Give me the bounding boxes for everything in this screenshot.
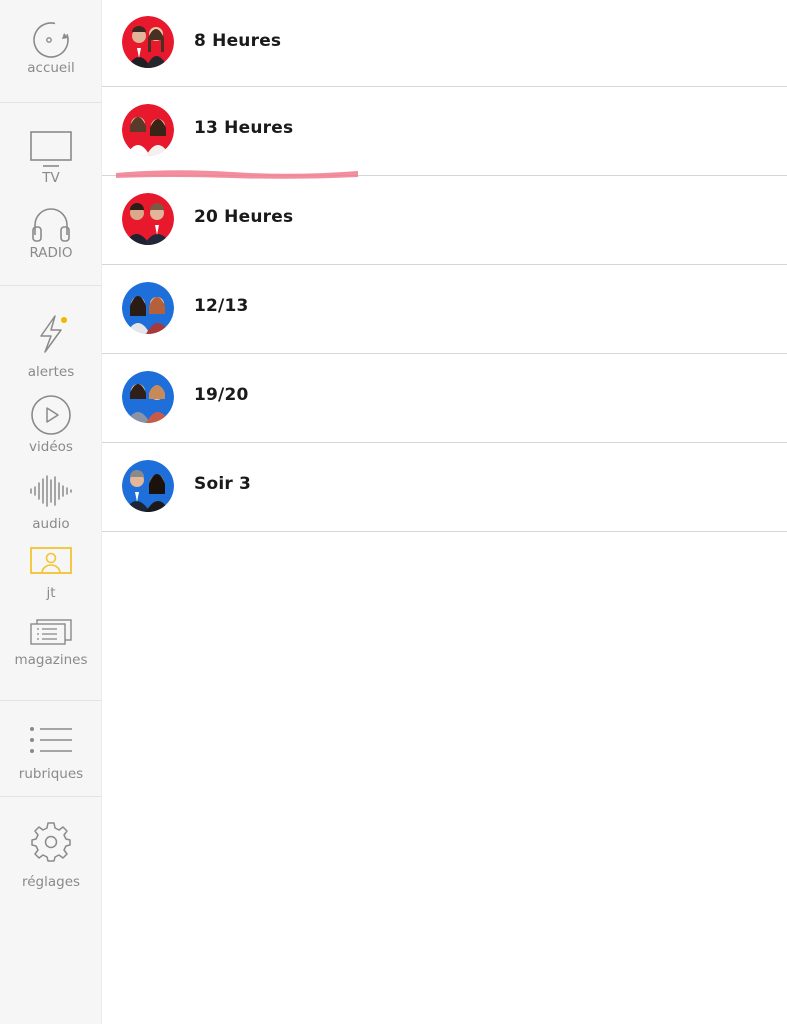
highlight-annotation xyxy=(116,170,358,179)
home-refresh-icon xyxy=(33,22,69,58)
nav-label-audio: audio xyxy=(32,516,70,532)
list-item-soir-3[interactable]: Soir 3 xyxy=(102,443,787,532)
nav-label-videos: vidéos xyxy=(29,439,73,455)
avatar xyxy=(122,16,174,68)
row-title: 19/20 xyxy=(194,385,249,405)
list-item-8-heures[interactable]: 8 Heures xyxy=(102,0,787,87)
sidebar-divider xyxy=(0,700,102,701)
avatar xyxy=(122,104,174,156)
list-icon xyxy=(30,727,72,753)
nav-label-accueil: accueil xyxy=(27,60,75,76)
avatar xyxy=(122,371,174,423)
list-item-12-13[interactable]: 12/13 xyxy=(102,265,787,354)
nav-label-tv: TV xyxy=(42,170,60,186)
tv-icon xyxy=(30,131,72,167)
row-title: 12/13 xyxy=(194,296,249,316)
nav-label-alertes: alertes xyxy=(27,364,75,380)
row-title: 20 Heures xyxy=(194,207,294,227)
avatar xyxy=(122,193,174,245)
avatar xyxy=(122,460,174,512)
sidebar-divider xyxy=(0,102,102,103)
nav-label-magazines: magazines xyxy=(14,652,88,668)
headphones-icon xyxy=(32,208,70,242)
nav-item-tv[interactable]: TV xyxy=(0,128,102,186)
nav-item-jt[interactable]: jt xyxy=(0,546,102,601)
avatar xyxy=(122,282,174,334)
alert-dot xyxy=(61,317,67,323)
lightning-icon xyxy=(40,315,67,353)
row-title: 13 Heures xyxy=(194,118,294,138)
list-item-20-heures[interactable]: 20 Heures xyxy=(102,176,787,265)
play-icon xyxy=(31,395,71,435)
nav-label-jt: jt xyxy=(46,585,56,601)
magazine-icon xyxy=(30,619,72,645)
nav-item-rubriques[interactable]: rubriques xyxy=(0,724,102,782)
sidebar: accueil TV RADIO alertes vidéos audio jt… xyxy=(0,0,102,1024)
nav-label-radio: RADIO xyxy=(29,245,73,261)
nav-item-reglages[interactable]: réglages xyxy=(0,820,102,890)
jt-list: 8 Heures 13 Heures 20 Heures 12/13 19/20… xyxy=(102,0,787,1024)
nav-item-videos[interactable]: vidéos xyxy=(0,393,102,455)
row-title: 8 Heures xyxy=(194,31,282,51)
nav-item-magazines[interactable]: magazines xyxy=(0,618,102,668)
nav-label-reglages: réglages xyxy=(21,874,81,890)
sidebar-divider xyxy=(0,285,102,286)
sidebar-divider xyxy=(0,796,102,797)
nav-label-rubriques: rubriques xyxy=(18,766,84,782)
nav-item-accueil[interactable]: accueil xyxy=(0,20,102,76)
row-title: Soir 3 xyxy=(194,474,252,494)
nav-item-alertes[interactable]: alertes xyxy=(0,312,102,380)
gear-icon xyxy=(31,822,71,862)
nav-item-audio[interactable]: audio xyxy=(0,474,102,532)
list-item-19-20[interactable]: 19/20 xyxy=(102,354,787,443)
anchor-screen-icon xyxy=(30,547,72,574)
nav-item-radio[interactable]: RADIO xyxy=(0,205,102,261)
waveform-icon xyxy=(30,475,72,507)
